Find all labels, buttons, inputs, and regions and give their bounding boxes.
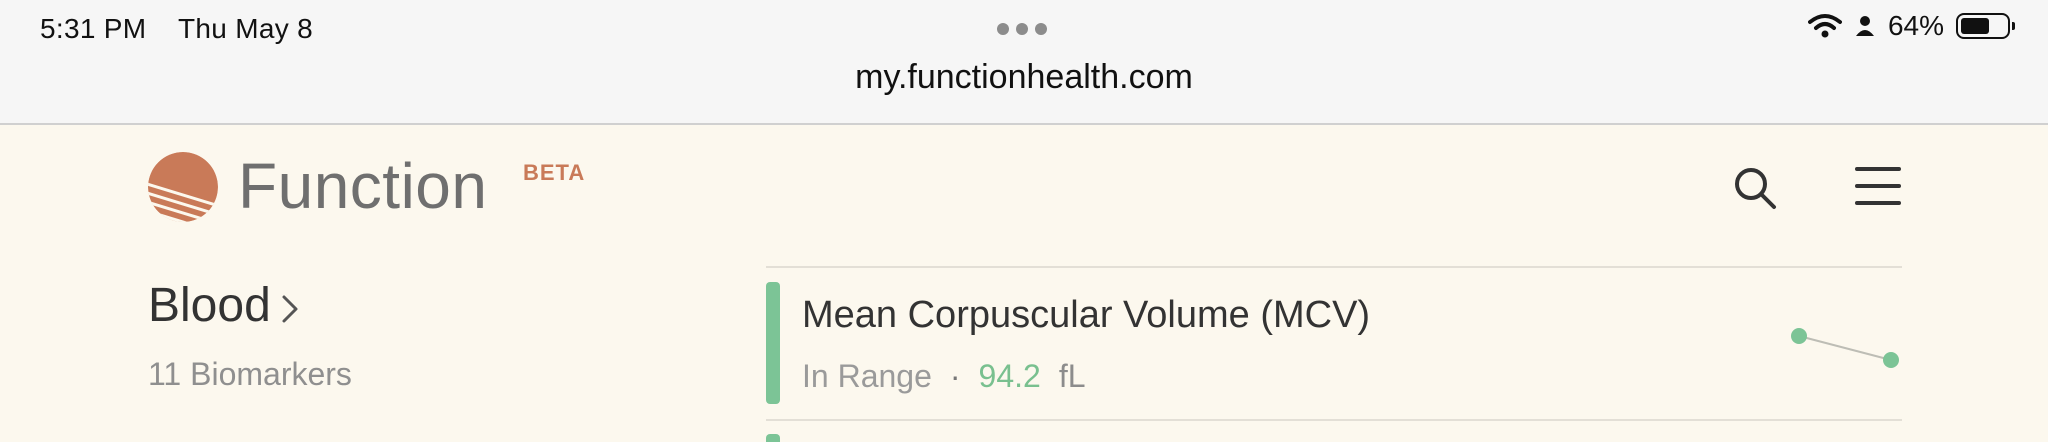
next-row-status-bar <box>766 434 780 442</box>
status-indicators: 64% <box>1807 10 2015 42</box>
biomarker-status: In Range <box>802 358 932 394</box>
biomarker-row-mcv[interactable]: Mean Corpuscular Volume (MCV) In Range ·… <box>766 268 1902 420</box>
search-icon[interactable] <box>1730 163 1780 213</box>
multitasking-dots-icon[interactable] <box>997 23 1047 35</box>
biomarker-meta: In Range · 94.2 fL <box>802 358 1086 395</box>
biomarker-count: 11 Biomarkers <box>148 356 352 392</box>
brand-name[interactable]: Function <box>238 149 487 223</box>
biomarker-name: Mean Corpuscular Volume (MCV) <box>802 294 1371 336</box>
address-bar[interactable]: my.functionhealth.com <box>0 58 2048 97</box>
battery-percent: 64% <box>1887 10 1944 41</box>
menu-icon[interactable] <box>1855 165 1901 207</box>
wifi-icon <box>1807 14 1842 38</box>
person-icon <box>1855 16 1874 36</box>
meta-separator: · <box>949 358 961 394</box>
battery-icon <box>1956 13 2015 39</box>
sparkline-point <box>1883 352 1899 368</box>
biomarker-value: 94.2 <box>978 358 1041 394</box>
status-time: 5:31 PM <box>40 13 147 44</box>
trend-sparkline <box>1791 328 1899 368</box>
browser-chrome: 5:31 PM Thu May 8 64% my.functionhealth.… <box>0 0 2048 125</box>
list-divider <box>766 419 1902 421</box>
beta-badge: BETA <box>523 160 586 185</box>
status-date: Thu May 8 <box>178 13 313 44</box>
status-indicator-bar <box>766 282 780 404</box>
sparkline-point <box>1791 328 1807 344</box>
category-link-blood[interactable]: Blood <box>148 278 299 333</box>
chevron-right-icon <box>282 295 298 322</box>
biomarker-unit: fL <box>1058 358 1086 394</box>
sparkline-segment <box>1798 335 1892 361</box>
category-title: Blood <box>148 279 271 332</box>
function-logo-icon[interactable] <box>147 151 219 223</box>
